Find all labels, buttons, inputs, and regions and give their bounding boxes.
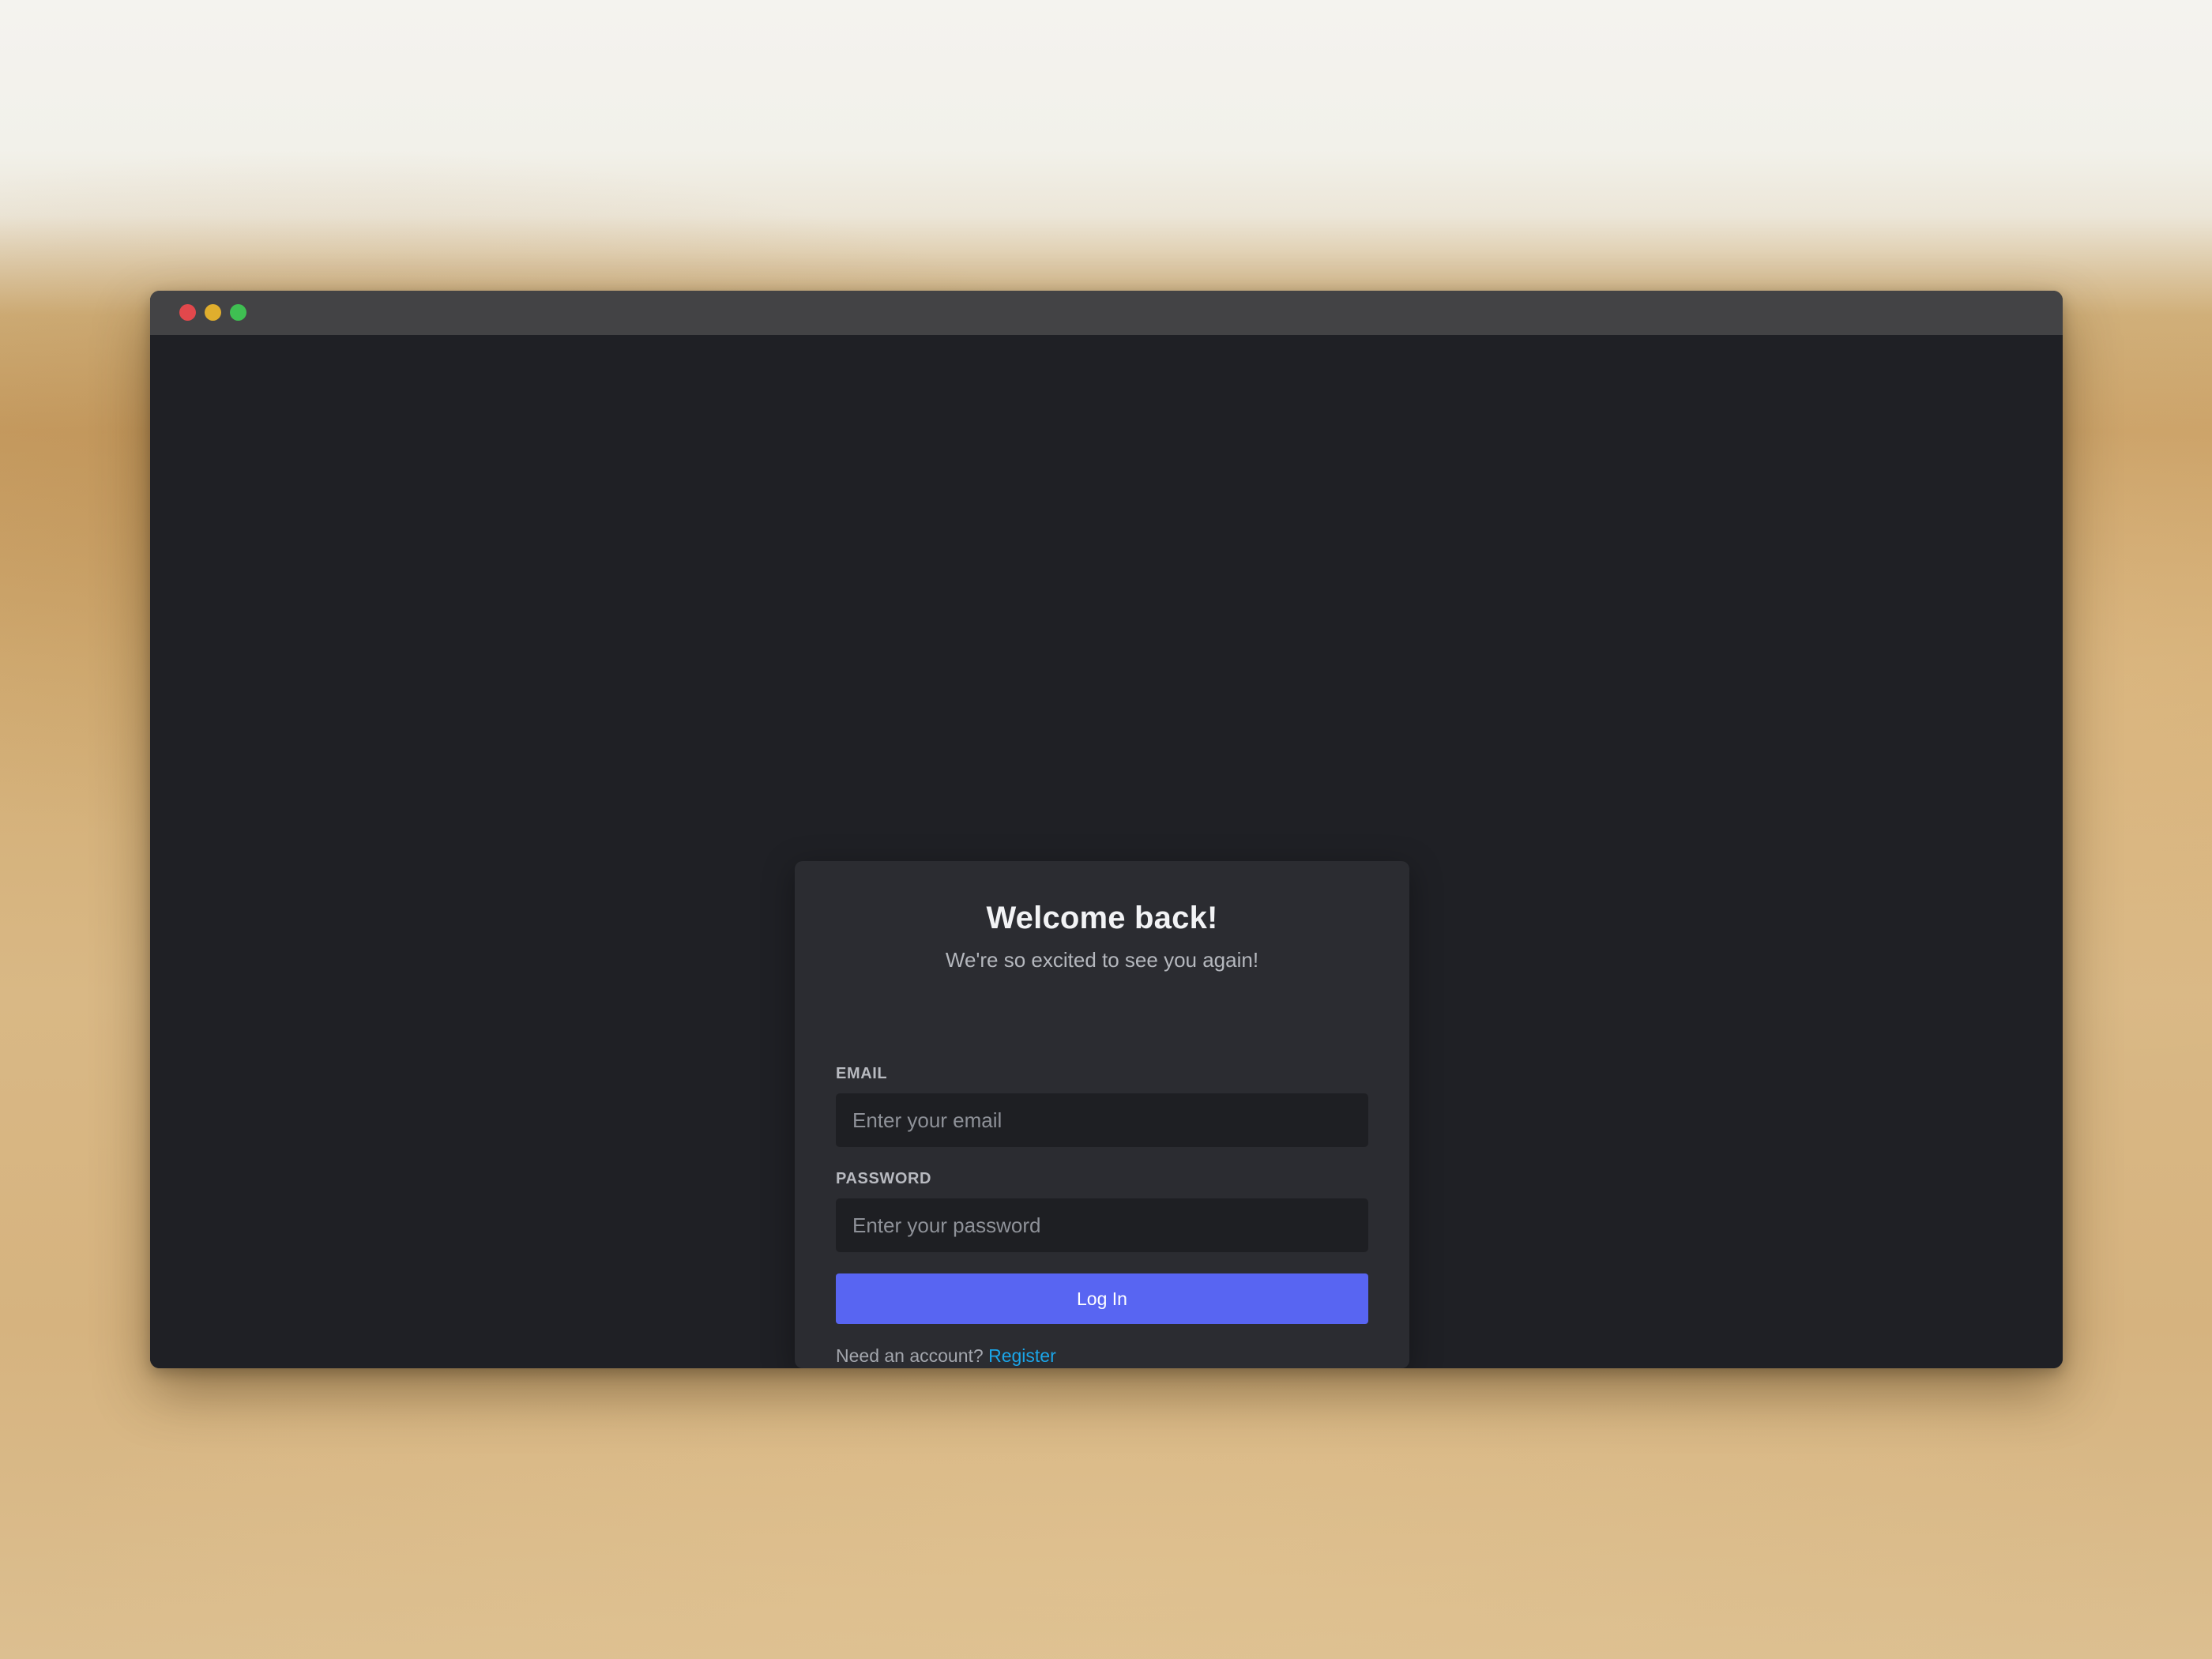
email-field[interactable] [836,1093,1368,1147]
email-label: EMAIL [836,1065,888,1082]
minimize-window-icon[interactable] [205,304,221,321]
maximize-window-icon[interactable] [230,304,246,321]
password-label: PASSWORD [836,1170,932,1187]
login-title: Welcome back! [986,901,1218,935]
login-card: Welcome back! We're so excited to see yo… [795,861,1409,1368]
register-prompt-line: Need an account? Register [836,1345,1056,1367]
login-subtitle: We're so excited to see you again! [945,948,1259,972]
window-titlebar[interactable] [150,291,2063,335]
app-window: Welcome back! We're so excited to see yo… [150,291,2063,1368]
window-content: Welcome back! We're so excited to see yo… [150,335,2063,1368]
register-link[interactable]: Register [988,1345,1056,1366]
login-button[interactable]: Log In [836,1273,1368,1324]
close-window-icon[interactable] [179,304,196,321]
password-field[interactable] [836,1198,1368,1252]
register-prompt-text: Need an account? [836,1345,984,1366]
